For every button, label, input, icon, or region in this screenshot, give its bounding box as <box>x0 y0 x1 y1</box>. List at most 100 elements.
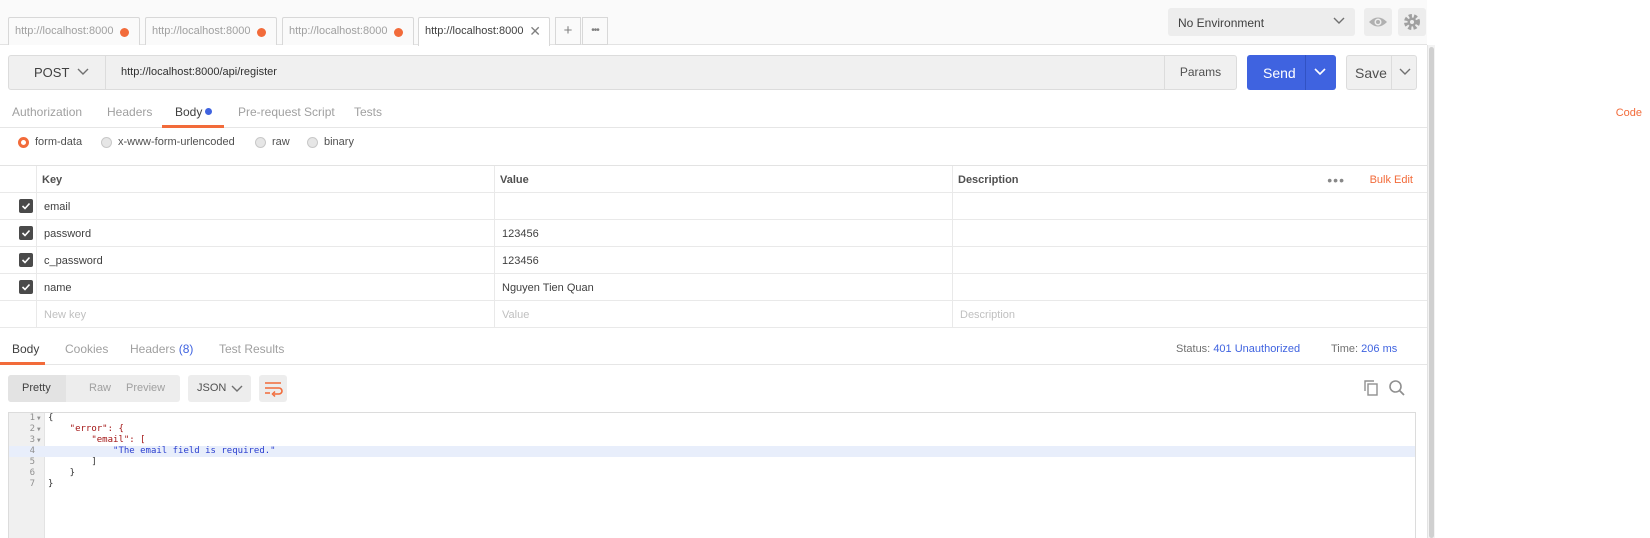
modified-dot-icon <box>205 108 213 115</box>
tab-response-cookies[interactable]: Cookies <box>65 342 108 356</box>
row-checkbox[interactable] <box>19 199 33 213</box>
new-key-input[interactable]: New key <box>44 301 86 327</box>
form-data-table: Key Value Description ••• Bulk Edit emai… <box>0 165 1427 328</box>
manage-environments-button[interactable] <box>1398 8 1426 36</box>
radio-form-data[interactable]: form-data <box>18 136 82 148</box>
body-type-options: form-data x-www-form-urlencoded raw bina… <box>0 136 700 156</box>
pretty-button[interactable]: Pretty <box>22 382 51 394</box>
row-checkbox[interactable] <box>19 226 33 240</box>
tab-authorization[interactable]: Authorization <box>12 105 82 119</box>
new-tab-button[interactable]: + <box>555 17 581 45</box>
table-row: name Nguyen Tien Quan <box>0 274 1427 301</box>
checkmark-icon <box>21 229 31 237</box>
unsaved-dot-icon <box>394 28 403 37</box>
row-key[interactable]: c_password <box>44 247 103 273</box>
description-column-header: Description <box>958 174 1019 186</box>
radio-raw[interactable]: raw <box>255 136 290 148</box>
code-line: 6 } <box>29 468 76 478</box>
response-time: Time: 206 ms <box>1331 343 1398 355</box>
send-button[interactable]: Send <box>1247 55 1336 90</box>
checkmark-icon <box>21 256 31 264</box>
tab-response-headers[interactable]: Headers (8) <box>130 342 193 356</box>
tab-response-body[interactable]: Body <box>12 342 39 356</box>
tab-pre-request-script[interactable]: Pre-request Script <box>238 105 335 119</box>
chevron-down-icon <box>231 385 243 392</box>
tab-title: http://localhost:8000 <box>289 25 388 37</box>
row-checkbox[interactable] <box>19 280 33 294</box>
code-line: 2 ▼ "error": { <box>29 424 124 435</box>
format-label: JSON <box>197 382 227 394</box>
bulk-edit-link[interactable]: Bulk Edit <box>1370 174 1413 186</box>
environment-label: No Environment <box>1178 16 1265 30</box>
new-description-input[interactable]: Description <box>960 301 1015 327</box>
vertical-scrollbar[interactable] <box>1427 45 1435 538</box>
radio-binary[interactable]: binary <box>307 136 354 148</box>
tab-more-button[interactable]: ••• <box>582 17 608 45</box>
method-label: POST <box>34 65 70 80</box>
row-checkbox[interactable] <box>19 253 33 267</box>
tab-test-results[interactable]: Test Results <box>219 342 284 356</box>
radio-unselected-icon <box>307 136 318 148</box>
copy-icon[interactable] <box>1362 379 1380 397</box>
time-value[interactable]: 206 ms <box>1361 343 1397 355</box>
environment-quick-look-button[interactable] <box>1364 8 1392 36</box>
raw-button[interactable]: Raw <box>89 382 111 394</box>
new-value-input[interactable]: Value <box>502 301 529 327</box>
code-line: 3 ▼ "email": [ <box>29 435 146 446</box>
params-button[interactable]: Params <box>1164 56 1236 89</box>
search-icon[interactable] <box>1388 379 1406 397</box>
tab-title: http://localhost:8000 <box>15 25 114 37</box>
close-tab-icon[interactable]: ✕ <box>529 23 541 40</box>
row-key[interactable]: name <box>44 274 72 300</box>
row-value[interactable]: 123456 <box>502 247 539 273</box>
fold-arrow-icon[interactable]: ▼ <box>37 424 41 435</box>
unsaved-dot-icon <box>120 28 129 37</box>
table-row: password 123456 <box>0 220 1427 247</box>
tab-headers[interactable]: Headers <box>107 105 152 119</box>
table-header: Key Value Description ••• Bulk Edit <box>0 166 1427 193</box>
checkmark-icon <box>21 202 31 210</box>
chevron-down-icon[interactable] <box>1314 67 1326 77</box>
response-body-editor[interactable]: 1 ▼ { 2 ▼ "error": { 3 ▼ "email": [ 4 "The … <box>8 412 1416 538</box>
send-label: Send <box>1263 65 1296 81</box>
code-line: 1 ▼ { <box>29 413 54 424</box>
active-tab-indicator <box>162 125 224 128</box>
chevron-down-icon <box>1333 17 1345 24</box>
view-mode-selector: Pretty Raw Preview <box>8 375 180 402</box>
row-key[interactable]: email <box>44 193 70 219</box>
fold-arrow-icon[interactable]: ▼ <box>37 413 41 424</box>
chevron-down-icon <box>77 68 89 75</box>
preview-button[interactable]: Preview <box>126 382 165 394</box>
request-tab-active[interactable]: http://localhost:8000 ✕ <box>418 17 550 46</box>
code-link[interactable]: Code <box>1616 107 1642 119</box>
code-line: 7 } <box>29 479 54 489</box>
save-button[interactable]: Save <box>1346 55 1417 90</box>
request-tab[interactable]: http://localhost:8000 <box>282 17 414 45</box>
request-tab[interactable]: http://localhost:8000 <box>145 17 277 45</box>
radio-urlencoded[interactable]: x-www-form-urlencoded <box>101 136 235 148</box>
wrap-lines-button[interactable] <box>259 375 287 402</box>
format-select[interactable]: JSON <box>188 375 251 402</box>
fold-arrow-icon[interactable]: ▼ <box>37 435 41 446</box>
row-value[interactable]: 123456 <box>502 220 539 246</box>
key-column-header: Key <box>42 174 63 186</box>
url-input[interactable]: http://localhost:8000/api/register <box>121 66 277 78</box>
row-key[interactable]: password <box>44 220 91 246</box>
tab-body-label: Body <box>175 105 203 119</box>
eye-icon <box>1369 17 1387 27</box>
method-select[interactable]: POST <box>9 56 106 89</box>
scrollbar-thumb[interactable] <box>1429 47 1434 538</box>
status-value[interactable]: 401 Unauthorized <box>1213 343 1300 355</box>
tab-tests[interactable]: Tests <box>354 105 382 119</box>
headers-count: (8) <box>178 342 194 356</box>
row-value[interactable]: Nguyen Tien Quan <box>502 274 594 300</box>
more-icon[interactable]: ••• <box>1327 172 1345 188</box>
chevron-down-icon[interactable] <box>1399 67 1411 77</box>
environment-select[interactable]: No Environment <box>1168 8 1355 36</box>
radio-unselected-icon <box>101 136 112 148</box>
tab-body[interactable]: Body <box>175 105 213 119</box>
wrap-icon <box>265 382 283 398</box>
gear-icon <box>1404 14 1420 30</box>
unsaved-dot-icon <box>257 28 266 37</box>
request-tab[interactable]: http://localhost:8000 <box>8 17 140 45</box>
